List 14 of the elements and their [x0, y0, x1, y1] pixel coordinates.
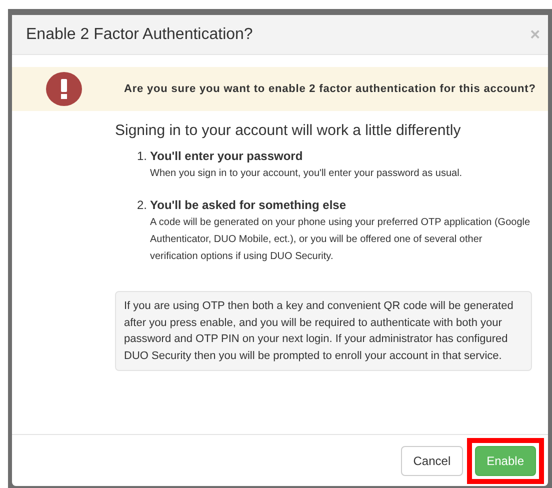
dialog-title: Enable 2 Factor Authentication?: [26, 24, 253, 44]
step-description: A code will be generated on your phone using your preferred OTP application (Google Authenticator, DUO Mobile, ect.), or you will be offered one of several other verification options if using DUO Security.: [149, 216, 532, 264]
step-title: You'll be asked for something else: [150, 197, 346, 214]
step-description: When you sign in to your account, you'll enter your password as usual.: [149, 167, 464, 181]
warning-message: Are you sure you want to enable 2 factor authentication for this account?: [124, 82, 536, 96]
close-button[interactable]: ×: [530, 26, 540, 43]
step-title: You'll enter your password: [150, 148, 303, 165]
step-number: 1.: [137, 148, 148, 165]
info-note: If you are using OTP then both a key and convenient QR code will be generated after you press enable, and you will be required to authenticate with both your password and OTP PIN on your next login. If your administrator has configured DUO Security then you will be prompted to enroll your account in that service.: [115, 291, 532, 371]
step-number: 2.: [137, 197, 148, 214]
exclamation-icon: [46, 72, 82, 106]
enable-button[interactable]: Enable: [474, 446, 536, 476]
cancel-button[interactable]: Cancel: [401, 446, 463, 476]
section-heading: Signing in to your account will work a little differently: [115, 121, 462, 141]
